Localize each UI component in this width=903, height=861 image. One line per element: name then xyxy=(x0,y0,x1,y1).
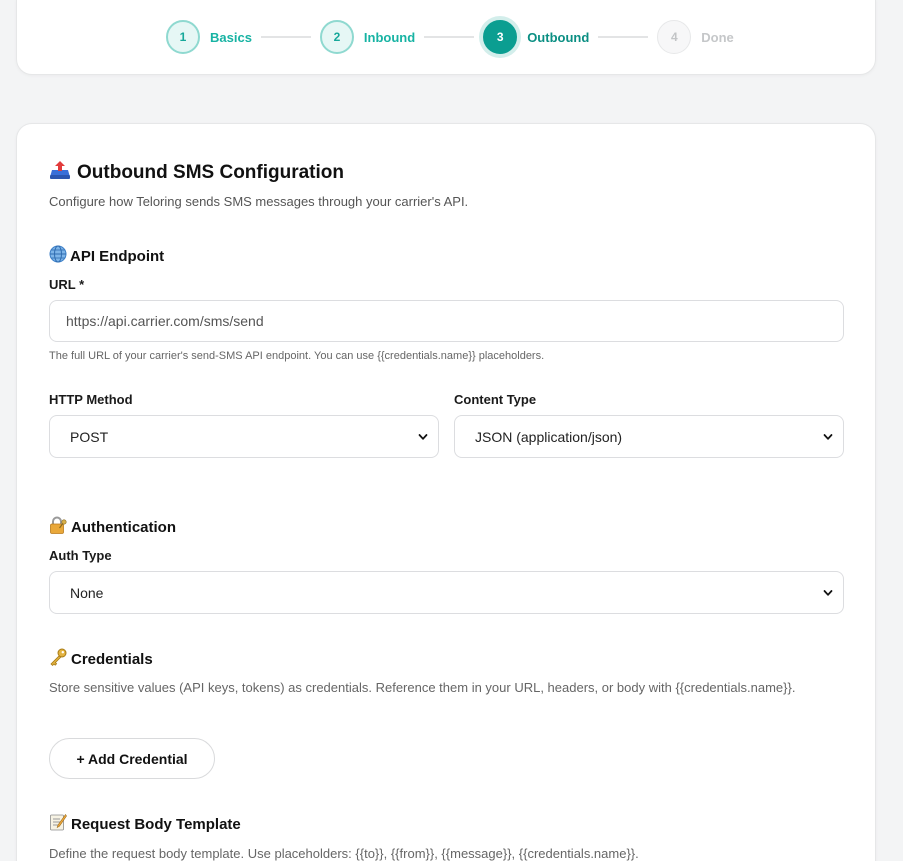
page-title-text: Outbound SMS Configuration xyxy=(77,162,345,183)
page-subtitle: Configure how Teloring sends SMS message… xyxy=(49,194,469,209)
step-label: Done xyxy=(701,29,734,45)
step-inbound[interactable]: 2 Inbound xyxy=(319,20,416,54)
step-done: 4 Done xyxy=(657,20,734,54)
content-type-select[interactable]: JSON (application/json) xyxy=(454,415,844,458)
wizard-stepper: 1 Basics 2 Inbound 3 Outbound 4 Done xyxy=(166,20,734,54)
http-method-value: POST xyxy=(70,428,109,445)
step-number: 2 xyxy=(319,20,354,54)
lock-with-key-icon xyxy=(49,516,68,538)
url-input[interactable]: https://api.carrier.com/sms/send xyxy=(49,300,844,342)
section-authentication: Authentication xyxy=(49,516,176,538)
key-icon xyxy=(49,648,67,670)
step-connector xyxy=(424,36,475,38)
chevron-down-icon xyxy=(823,433,833,440)
content-type-value: JSON (application/json) xyxy=(475,428,623,445)
step-outbound[interactable]: 3 Outbound xyxy=(483,20,589,54)
step-label: Basics xyxy=(210,29,252,45)
step-number: 3 xyxy=(483,20,518,54)
globe-icon xyxy=(49,245,67,267)
section-title-text: Request Body Template xyxy=(71,815,241,833)
step-label: Outbound xyxy=(527,29,590,45)
http-method-label: HTTP Method xyxy=(49,392,133,407)
chevron-down-icon xyxy=(418,433,428,440)
memo-icon xyxy=(49,813,67,835)
http-method-select[interactable]: POST xyxy=(49,415,439,458)
section-title-text: Authentication xyxy=(71,518,176,536)
outbound-config-card: Outbound SMS Configuration Configure how… xyxy=(16,123,876,861)
chevron-down-icon xyxy=(823,589,833,596)
wizard-stepper-card: 1 Basics 2 Inbound 3 Outbound 4 Done xyxy=(16,0,876,75)
section-title-text: Credentials xyxy=(71,650,153,668)
step-basics[interactable]: 1 Basics xyxy=(166,20,252,54)
section-title-text: API Endpoint xyxy=(70,247,165,265)
step-number: 4 xyxy=(657,20,692,54)
step-number: 1 xyxy=(166,20,200,54)
url-placeholder: https://api.carrier.com/sms/send xyxy=(66,313,264,329)
auth-type-select[interactable]: None xyxy=(49,571,844,614)
credentials-description: Store sensitive values (API keys, tokens… xyxy=(49,680,796,695)
step-label: Inbound xyxy=(363,29,416,45)
step-connector xyxy=(260,36,311,38)
url-label: URL * xyxy=(49,277,85,292)
auth-type-label: Auth Type xyxy=(49,548,112,563)
auth-type-value: None xyxy=(70,584,104,601)
outbox-tray-icon xyxy=(49,160,71,186)
add-credential-button[interactable]: + Add Credential xyxy=(49,738,215,779)
section-api-endpoint: API Endpoint xyxy=(49,245,164,267)
content-type-label: Content Type xyxy=(454,392,537,407)
url-hint: The full URL of your carrier's send-SMS … xyxy=(49,350,545,362)
step-connector xyxy=(598,36,649,38)
page-title: Outbound SMS Configuration xyxy=(49,160,344,186)
section-request-body: Request Body Template xyxy=(49,813,241,835)
section-credentials: Credentials xyxy=(49,648,153,670)
request-body-description: Define the request body template. Use pl… xyxy=(49,846,639,861)
